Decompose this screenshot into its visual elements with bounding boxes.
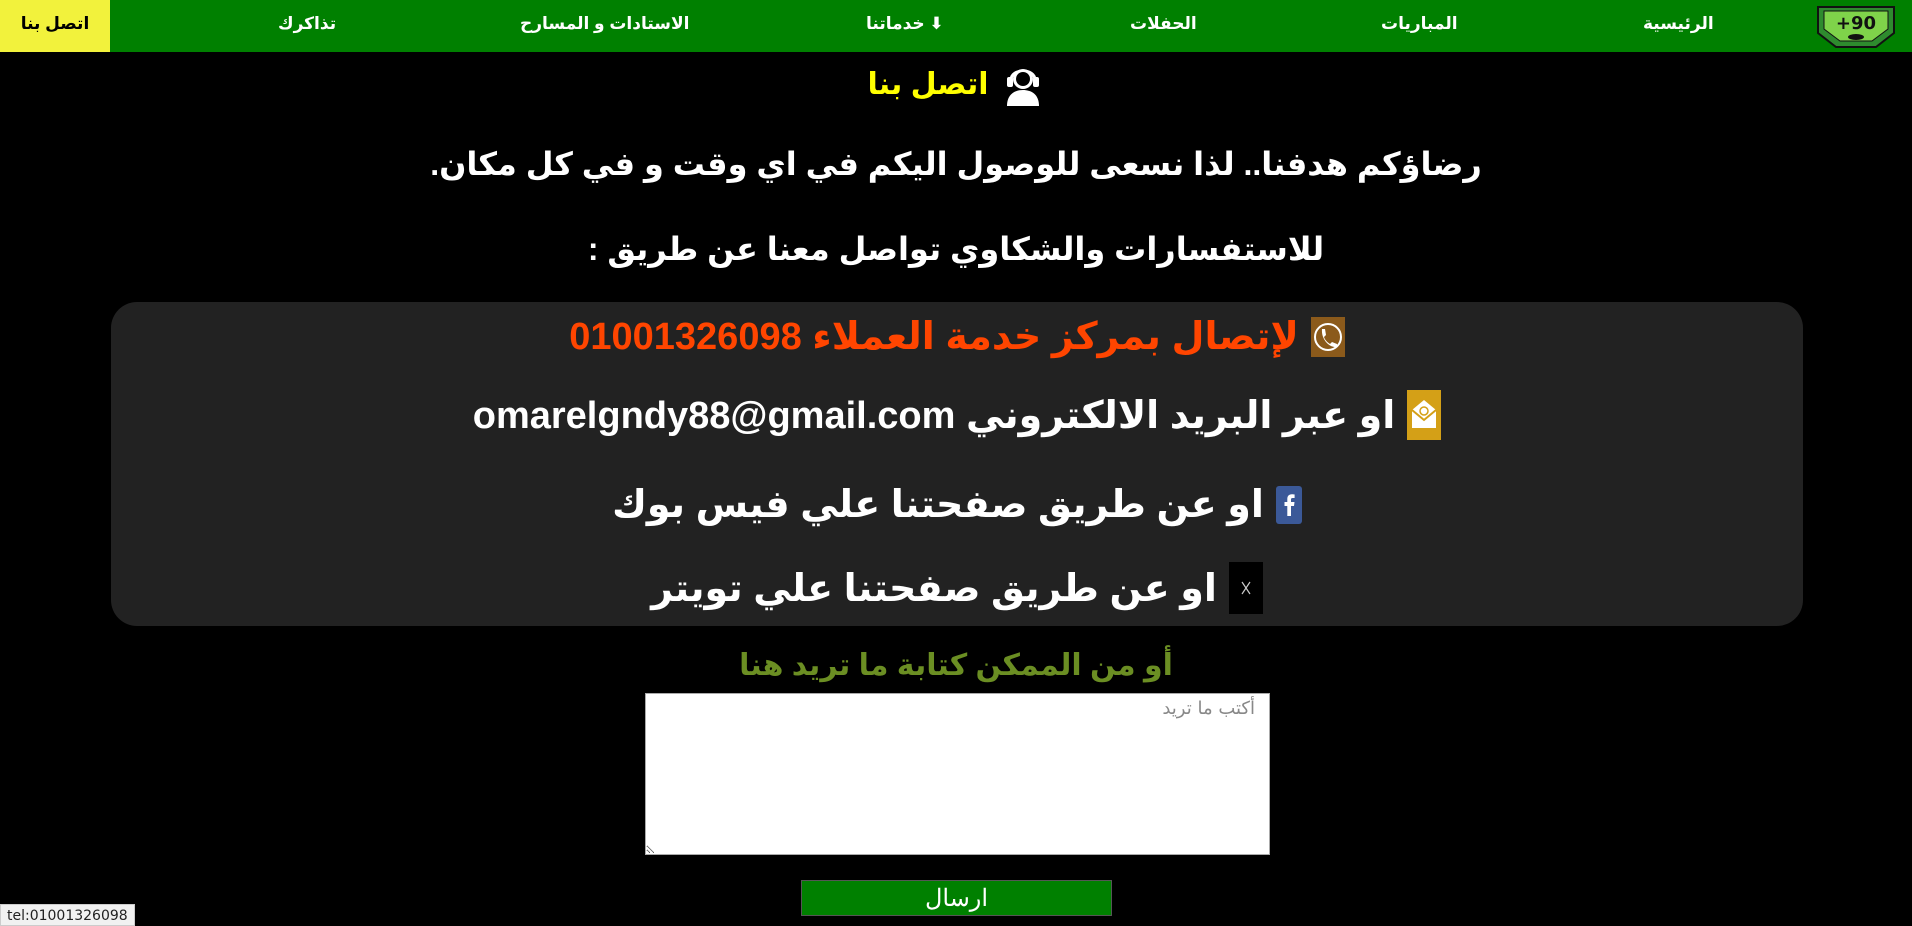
phone-icon [1310,316,1345,357]
page-title: اتصل بنا [867,67,989,101]
headset-support-icon [1006,69,1039,106]
nav-home-link[interactable]: الرئيسية [1643,0,1714,52]
twitter-page-link[interactable]: او عن طريق صفحتنا علي تويتر [651,566,1217,611]
page-title-row: اتصل بنا [0,62,1912,108]
send-button[interactable]: ارسال [801,880,1112,916]
nav-concerts-link[interactable]: الحفلات [1130,0,1197,52]
facebook-icon [1275,485,1302,524]
tagline: رضاؤكم هدفنا.. لذا نسعى للوصول اليكم في … [430,146,1482,182]
message-textarea[interactable] [645,693,1270,855]
svg-text:+90: +90 [1836,13,1876,34]
support-email-link[interactable]: او عبر البريد الالكتروني omarelgndy88@gm… [473,393,1395,438]
nav-matches-link[interactable]: المباريات [1381,0,1458,52]
facebook-page-link[interactable]: او عن طريق صفحتنا علي فيس بوك [612,482,1264,527]
nav-services-dropdown[interactable]: خدماتنا ⬇ [866,0,944,52]
message-hint: أو من الممكن كتابة ما تريد هنا [739,649,1173,682]
top-navbar: اتصل بنا تذاكرك الاستادات و المسارح خدما… [0,0,1912,52]
nav-contact-link[interactable]: اتصل بنا [0,0,110,52]
contact-methods-panel: لإتصال بمركز خدمة العملاء 01001326098 او… [111,302,1803,626]
nav-tickets-link[interactable]: تذاكرك [278,0,336,52]
email-icon [1407,390,1442,440]
browser-status-bar: tel:01001326098 [0,904,135,926]
x-twitter-icon [1228,562,1263,614]
site-logo[interactable]: +90 [1814,3,1898,49]
customer-service-phone-link[interactable]: لإتصال بمركز خدمة العملاء 01001326098 [569,314,1299,359]
contact-subtitle: للاستفسارات والشكاوي تواصل معنا عن طريق … [587,231,1325,267]
nav-stadiums-link[interactable]: الاستادات و المسارح [520,0,690,52]
